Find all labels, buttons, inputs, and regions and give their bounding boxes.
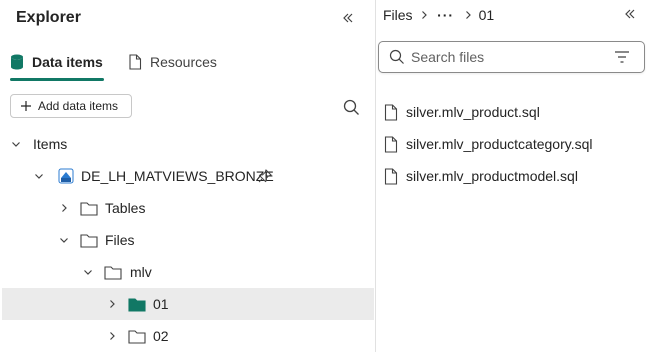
search-icon (343, 99, 359, 115)
folder-icon (80, 231, 98, 249)
active-tab-indicator (10, 78, 104, 81)
double-chevron-left-icon (625, 9, 635, 19)
file-item-label: silver.mlv_product.sql (406, 104, 540, 120)
breadcrumb-overflow[interactable]: ··· (435, 7, 457, 23)
folder-icon (128, 327, 146, 345)
tab-resources-label: Resources (150, 54, 217, 70)
explorer-title: Explorer (16, 9, 81, 26)
search-icon (389, 49, 404, 64)
chevron-down-icon[interactable] (81, 265, 95, 279)
breadcrumb-files[interactable]: Files (383, 7, 413, 23)
collapse-explorer-button[interactable] (338, 8, 358, 28)
chevron-right-icon (457, 10, 479, 20)
tree-item-folder-01[interactable]: 01 (2, 288, 374, 320)
chevron-right-icon (413, 10, 435, 20)
explorer-pane: Explorer Data items Resources Add data i… (0, 0, 375, 352)
collapse-files-button[interactable] (620, 4, 640, 24)
folder-filled-icon (128, 295, 146, 313)
document-icon (129, 54, 142, 70)
add-data-items-button[interactable]: Add data items (10, 94, 132, 118)
chevron-right-icon[interactable] (105, 329, 119, 343)
chevron-down-icon[interactable] (32, 169, 46, 183)
file-item[interactable]: silver.mlv_productcategory.sql (384, 132, 644, 156)
tab-resources[interactable]: Resources (128, 44, 217, 80)
file-item-label: silver.mlv_productmodel.sql (406, 168, 578, 184)
file-icon (384, 167, 398, 185)
search-tree-button[interactable] (340, 96, 362, 118)
plus-icon (21, 101, 31, 111)
tree-item-tables-label: Tables (105, 200, 146, 216)
tree-item-mlv[interactable]: mlv (2, 256, 374, 288)
folder-icon (104, 263, 122, 281)
lakehouse-icon (57, 167, 75, 185)
search-files-box (378, 41, 645, 73)
tree-item-folder-02[interactable]: 02 (2, 320, 374, 352)
tree-item-tables[interactable]: Tables (2, 192, 374, 224)
breadcrumb-current[interactable]: 01 (479, 7, 495, 23)
tree-item-files[interactable]: Files (2, 224, 374, 256)
tree-item-mlv-label: mlv (130, 264, 152, 280)
database-icon (11, 54, 23, 70)
tree-item-lakehouse[interactable]: DE_LH_MATVIEWS_BRONZE (2, 160, 374, 192)
tab-data-items[interactable]: Data items (10, 44, 103, 80)
file-icon (384, 135, 398, 153)
folder-icon (80, 199, 98, 217)
tree-item-items[interactable]: Items (2, 128, 374, 160)
tree-item-items-label: Items (33, 136, 68, 152)
search-files-input[interactable] (411, 49, 601, 65)
chevron-right-icon[interactable] (57, 201, 71, 215)
tree-item-folder-02-label: 02 (153, 328, 169, 344)
tab-data-items-label: Data items (32, 54, 103, 70)
file-item[interactable]: silver.mlv_productmodel.sql (384, 164, 644, 188)
pin-icon[interactable] (256, 167, 274, 185)
file-item-label: silver.mlv_productcategory.sql (406, 136, 593, 152)
chevron-down-icon[interactable] (9, 137, 23, 151)
tree-item-folder-01-label: 01 (153, 296, 169, 312)
tree-item-files-label: Files (105, 232, 135, 248)
tree-item-lakehouse-label: DE_LH_MATVIEWS_BRONZE (81, 168, 274, 184)
breadcrumb: Files ··· 01 (383, 3, 494, 27)
chevron-right-icon[interactable] (105, 297, 119, 311)
add-data-items-label: Add data items (38, 99, 119, 113)
files-pane: Files ··· 01 silver.mlv_product.sql (376, 0, 648, 352)
chevron-down-icon[interactable] (57, 233, 71, 247)
file-icon (384, 103, 398, 121)
filter-icon[interactable] (614, 50, 630, 64)
double-chevron-left-icon (343, 13, 353, 23)
file-item[interactable]: silver.mlv_product.sql (384, 100, 644, 124)
